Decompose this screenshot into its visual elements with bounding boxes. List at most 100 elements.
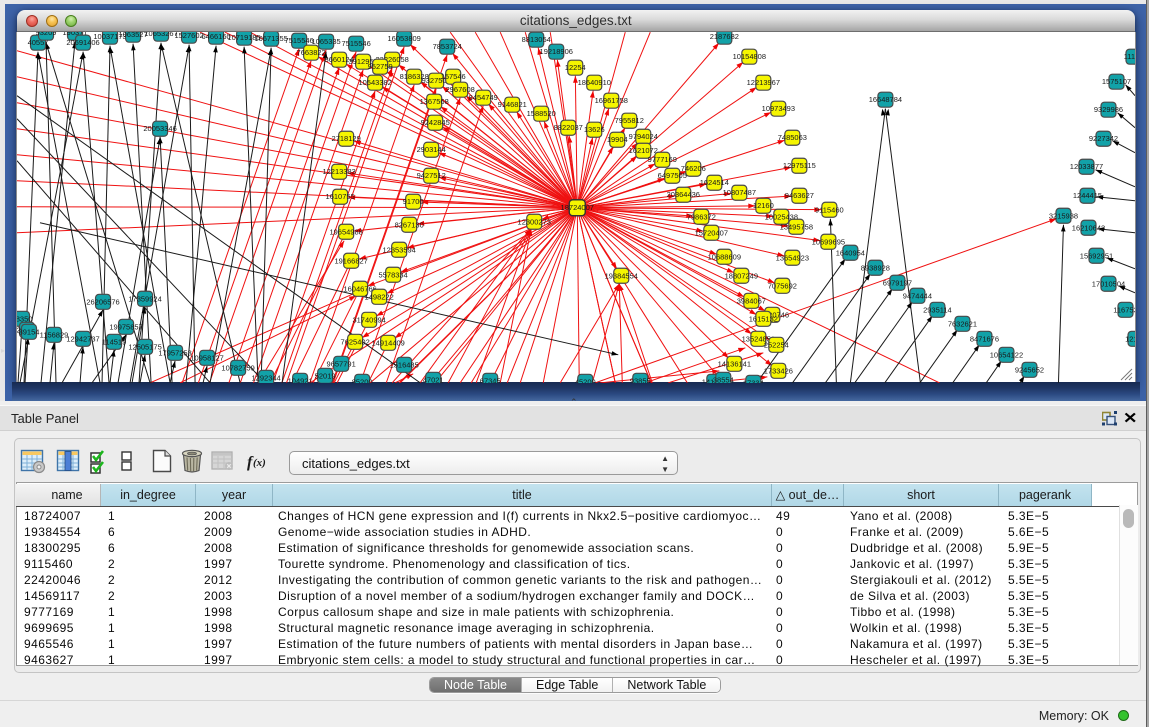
svg-text:10543382: 10543382: [358, 78, 391, 87]
svg-text:19904: 19904: [607, 135, 628, 144]
svg-text:1292344: 1292344: [252, 373, 281, 382]
svg-text:9474444: 9474444: [903, 291, 932, 300]
svg-text:9227342: 9227342: [1089, 134, 1118, 143]
svg-text:8813054: 8813054: [522, 35, 551, 44]
svg-text:9463627: 9463627: [785, 191, 814, 200]
svg-text:9794024: 9794024: [629, 132, 658, 141]
svg-text:12213383: 12213383: [322, 167, 355, 176]
svg-text:7955812: 7955812: [615, 116, 644, 125]
svg-text:252254: 252254: [764, 340, 789, 349]
svg-text:8267130: 8267130: [395, 220, 424, 229]
svg-text:10782759: 10782759: [221, 363, 254, 372]
svg-text:1156829: 1156829: [40, 330, 69, 339]
svg-text:16210643: 16210643: [1072, 223, 1105, 232]
svg-text:13654923: 13654923: [776, 253, 809, 262]
svg-text:2718129: 2718129: [332, 134, 361, 143]
svg-text:14914409: 14914409: [371, 338, 404, 347]
svg-text:10958127: 10958127: [190, 353, 223, 362]
svg-text:1610755: 1610755: [326, 192, 355, 201]
svg-text:7625402: 7625402: [341, 337, 370, 346]
svg-text:12942737: 12942737: [66, 334, 99, 343]
svg-text:9115460: 9115460: [815, 205, 844, 214]
svg-text:9427512: 9427512: [417, 171, 446, 180]
svg-text:7485063: 7485063: [778, 133, 807, 142]
svg-text:15692951: 15692951: [1080, 251, 1113, 260]
svg-text:10699695: 10699695: [812, 237, 845, 246]
svg-text:19384554: 19384554: [605, 271, 638, 280]
svg-text:31740994: 31740994: [352, 315, 385, 324]
svg-text:16053809: 16053809: [387, 34, 420, 43]
svg-text:1615132: 1615132: [749, 314, 778, 323]
svg-text:13495758: 13495758: [780, 222, 813, 231]
svg-text:1575107: 1575107: [1102, 77, 1131, 86]
svg-text:2935114: 2935114: [923, 305, 952, 314]
svg-text:9242845: 9242845: [421, 118, 450, 127]
svg-text:1244415: 1244415: [1073, 191, 1102, 200]
svg-text:20364436: 20364436: [667, 190, 700, 199]
svg-text:1640954: 1640954: [836, 248, 865, 257]
svg-text:157546: 157546: [441, 72, 466, 81]
svg-text:91700: 91700: [403, 197, 424, 206]
svg-text:11172: 11172: [1124, 52, 1135, 61]
svg-text:6497505: 6497505: [658, 171, 687, 180]
svg-text:8938928: 8938928: [861, 263, 890, 272]
svg-text:114519: 114519: [102, 337, 126, 346]
svg-text:7986372: 7986372: [687, 212, 716, 221]
svg-text:1367568: 1367568: [420, 97, 449, 106]
svg-text:1063527: 1063527: [118, 32, 147, 39]
svg-text:7632621: 7632621: [948, 319, 977, 328]
svg-text:45200: 45200: [575, 377, 596, 383]
svg-text:18640910: 18640910: [578, 78, 611, 87]
svg-text:14136141: 14136141: [718, 359, 751, 368]
svg-text:9657791: 9657791: [327, 359, 356, 368]
svg-text:7663822: 7663822: [297, 48, 326, 57]
svg-text:16648784: 16648784: [869, 95, 902, 104]
svg-text:67345: 67345: [480, 376, 501, 383]
svg-text:12353594: 12353594: [382, 245, 415, 254]
svg-text:1588520: 1588520: [527, 109, 556, 118]
svg-text:16961758: 16961758: [595, 96, 628, 105]
svg-text:10671355: 10671355: [254, 34, 287, 43]
svg-text:116753: 116753: [1113, 305, 1135, 314]
svg-text:12160: 12160: [753, 201, 774, 210]
svg-text:17010504: 17010504: [1092, 279, 1125, 288]
svg-text:17957253: 17957253: [158, 348, 191, 357]
svg-text:12254: 12254: [565, 63, 586, 72]
svg-text:10654122: 10654122: [990, 350, 1023, 359]
svg-text:17359924: 17359924: [128, 294, 161, 303]
svg-text:7853724: 7853724: [433, 42, 462, 51]
svg-text:10688609: 10688609: [708, 252, 741, 261]
svg-text:9146821: 9146821: [498, 100, 527, 109]
svg-text:8822037: 8822037: [554, 123, 583, 132]
svg-text:2903144: 2903144: [417, 145, 446, 154]
svg-text:52019: 52019: [315, 371, 336, 380]
svg-text:85200: 85200: [352, 377, 373, 383]
svg-text:19975857: 19975857: [109, 322, 142, 331]
svg-text:26206576: 26206576: [86, 297, 119, 306]
svg-text:9245652: 9245652: [1015, 365, 1044, 374]
svg-text:9329986: 9329986: [1094, 105, 1123, 114]
svg-text:5578334: 5578334: [379, 270, 408, 279]
svg-text:104921: 104921: [288, 376, 313, 383]
svg-text:93855: 93855: [630, 376, 651, 383]
svg-text:3215938: 3215938: [1049, 211, 1078, 220]
svg-text:19654988: 19654988: [329, 227, 362, 236]
svg-text:38554: 38554: [713, 375, 734, 383]
svg-text:952759: 952759: [368, 62, 393, 71]
svg-text:1624514: 1624514: [700, 178, 729, 187]
svg-text:3984067: 3984067: [737, 296, 766, 305]
svg-text:15720407: 15720407: [695, 228, 728, 237]
svg-text:6466160: 6466160: [201, 32, 230, 41]
svg-text:17334: 17334: [743, 378, 764, 383]
svg-text:1498222: 1498222: [365, 292, 394, 301]
svg-text:93209: 93209: [36, 32, 57, 37]
svg-text:13626: 13626: [584, 125, 605, 134]
svg-text:7515546: 7515546: [342, 39, 371, 48]
svg-text:20053346: 20053346: [143, 124, 176, 133]
svg-text:7075692: 7075692: [768, 281, 797, 290]
svg-text:7515546: 7515546: [285, 36, 314, 45]
svg-text:47021: 47021: [423, 375, 444, 383]
svg-text:1733426: 1733426: [764, 366, 793, 375]
svg-text:12300273: 12300273: [518, 217, 551, 226]
svg-text:2187682: 2187682: [710, 32, 739, 41]
